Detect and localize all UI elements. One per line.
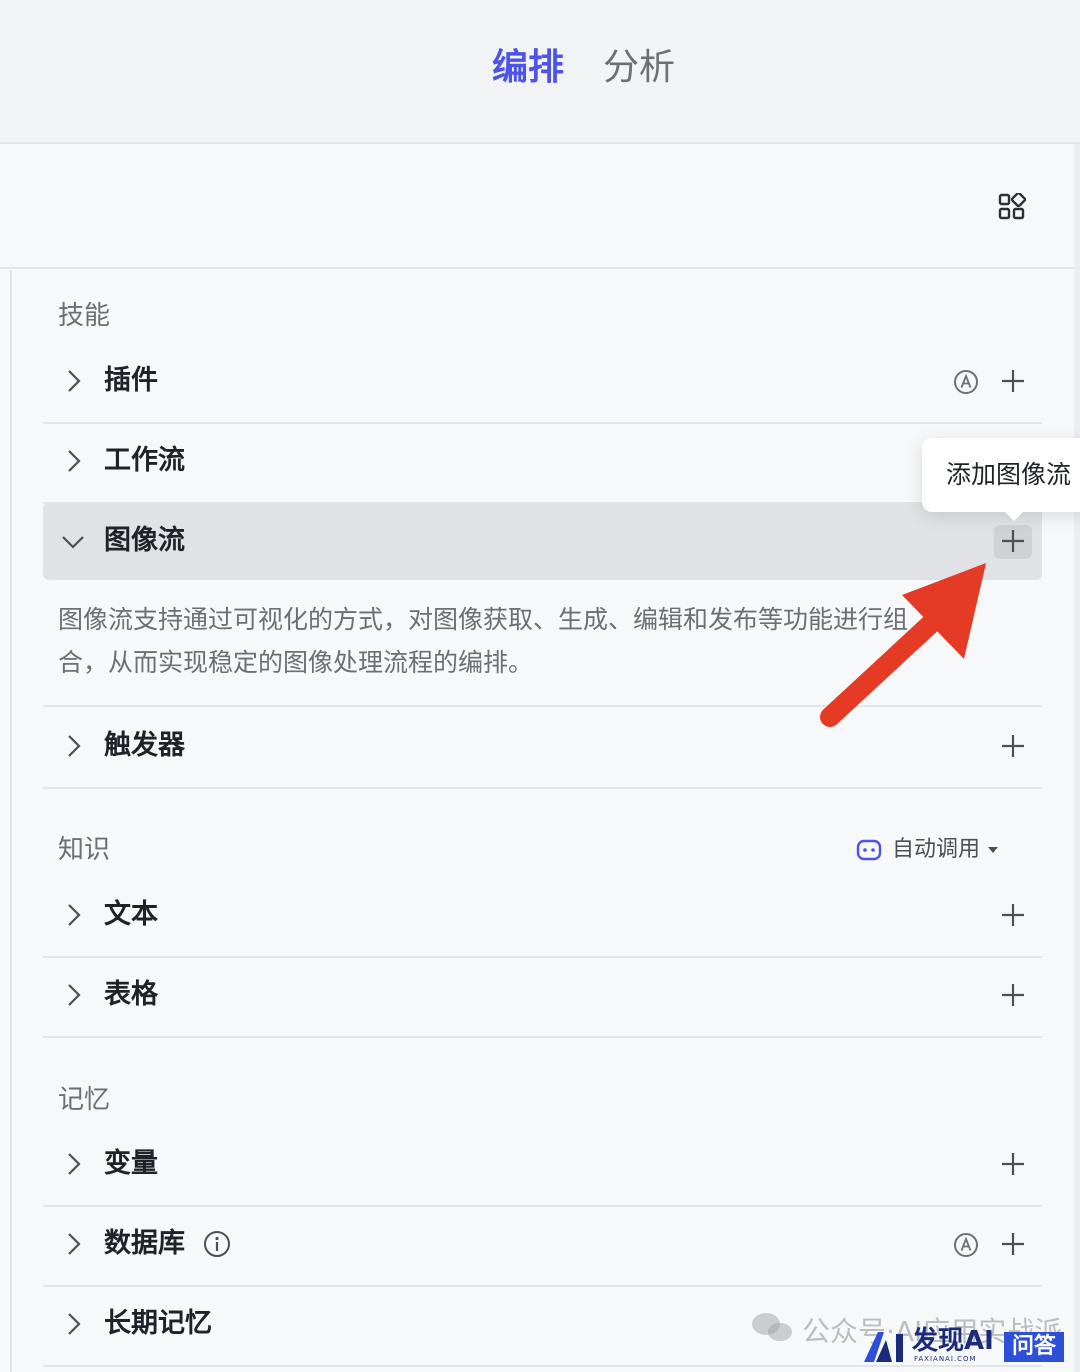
section-title-knowledge: 知识 [58,835,111,865]
knowledge-row-table[interactable]: 表格 [43,957,1042,1038]
knowledge-row-text[interactable]: 文本 [43,877,1042,958]
chevron-right-icon [68,984,81,1006]
add-database-plus-icon[interactable] [999,1230,1027,1258]
auto-a-icon [954,370,978,394]
auto-a-icon [954,1233,978,1257]
add-table-plus-icon[interactable] [999,981,1027,1009]
memory-row-database[interactable]: 数据库 [43,1206,1042,1287]
right-scroll-edge [1074,144,1080,1372]
memory-label: 长期记忆 [104,1308,212,1339]
grid-apps-icon[interactable] [998,193,1026,221]
add-imageflow-tooltip: 添加图像流 [922,438,1080,512]
auto-call-label: 自动调用 [892,837,981,862]
knowledge-label: 表格 [104,979,158,1010]
chevron-right-icon [68,1233,81,1255]
annotation-arrow-icon [820,563,986,727]
watermark-badge: 问答 [1004,1332,1064,1362]
skill-label: 工作流 [104,445,185,476]
memory-label: 变量 [104,1148,158,1179]
chevron-down-icon [62,536,84,549]
section-title-memory: 记忆 [58,1085,111,1115]
top-tab-bar: 编排 分析 [0,0,1080,144]
add-plugin-plus-icon[interactable] [999,367,1027,395]
skill-label: 触发器 [104,730,185,761]
caret-down-icon [988,847,998,853]
chevron-right-icon [68,1153,81,1175]
add-trigger-plus-icon[interactable] [999,732,1027,760]
chevron-right-icon [68,735,81,757]
chevron-right-icon [68,1313,81,1335]
chevron-right-icon [68,450,81,472]
info-icon[interactable] [203,1230,231,1258]
tab-arrange[interactable]: 编排 [492,44,564,92]
tooltip-tail [1003,510,1025,521]
toolbar [0,144,1076,269]
skill-label: 插件 [104,365,158,396]
section-title-skills: 技能 [58,301,111,331]
watermark-brand: 发现AI [912,1326,994,1356]
knowledge-label: 文本 [104,899,158,930]
tooltip-text: 添加图像流 [946,460,1072,489]
chevron-right-icon [68,370,81,392]
tab-analyze[interactable]: 分析 [603,44,675,92]
skill-row-workflow[interactable]: 工作流 [43,423,1042,504]
skill-label: 图像流 [104,525,185,556]
add-variable-plus-icon[interactable] [999,1150,1027,1178]
robot-icon [856,839,882,861]
add-imageflow-plus-icon[interactable] [999,527,1027,555]
skill-row-plugin[interactable]: 插件 [43,343,1042,424]
faxianai-logo-icon [864,1332,903,1362]
add-text-plus-icon[interactable] [999,901,1027,929]
memory-row-variable[interactable]: 变量 [43,1126,1042,1207]
left-divider [10,270,12,1372]
memory-label: 数据库 [104,1228,185,1259]
wechat-icon [752,1313,792,1341]
chevron-right-icon [68,904,81,926]
watermark-brand-domain: FAXIANAI.COM [914,1355,977,1363]
